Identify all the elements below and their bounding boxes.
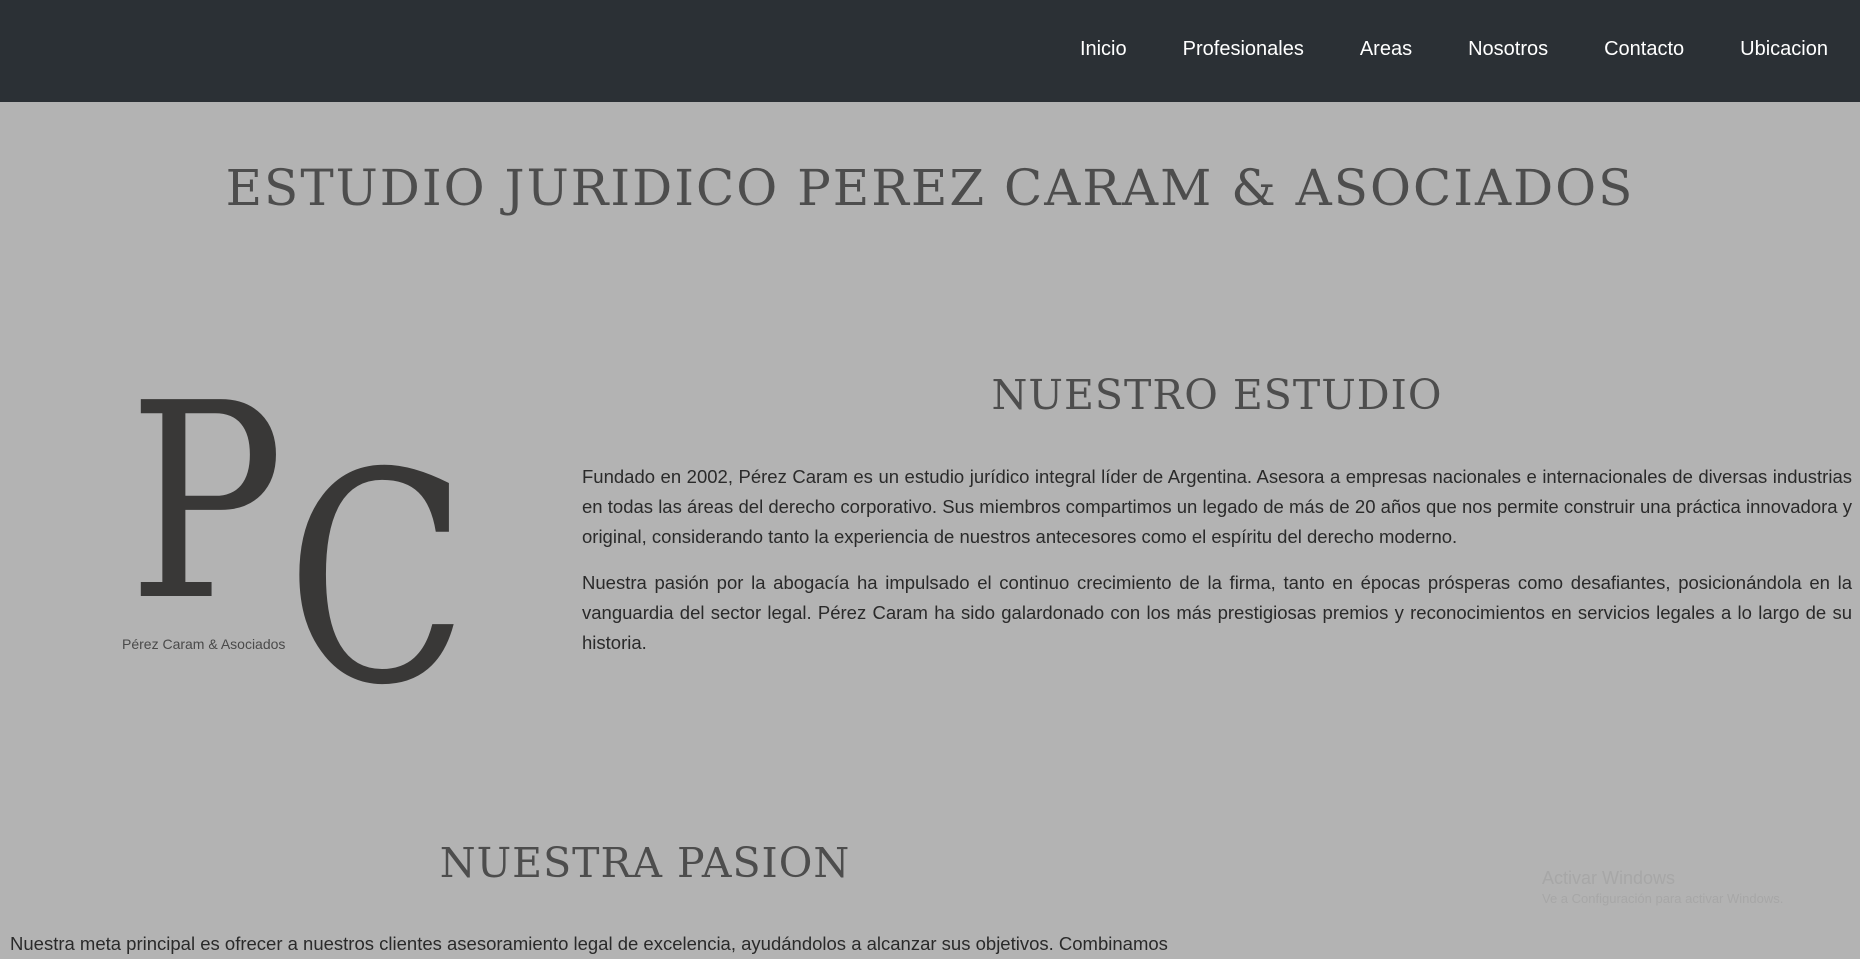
pasion-paragraph: Nuestra meta principal es ofrecer a nues… (10, 933, 1168, 954)
nav-link-contacto[interactable]: Contacto (1604, 38, 1684, 61)
nav-link-inicio[interactable]: Inicio (1080, 38, 1127, 61)
watermark-title: Activar Windows (1542, 868, 1676, 888)
section-heading-pasion: NUESTRA PASION (439, 839, 851, 887)
logo-caption: Pérez Caram & Asociados (122, 636, 286, 652)
estudio-paragraph: Nuestra pasión por la abogacía ha impuls… (582, 572, 1852, 653)
firm-logo: P C Pérez Caram & Asociados (118, 368, 468, 726)
site-title: ESTUDIO JURIDICO PEREZ CARAM & ASOCIADOS (225, 159, 1635, 217)
windows-activation-watermark: Activar Windows Ve a Configuración para … (1542, 866, 1783, 908)
nav-link-profesionales[interactable]: Profesionales (1183, 38, 1304, 61)
main-nav: Inicio Profesionales Areas Nosotros Cont… (1080, 0, 1828, 98)
estudio-paragraph: Fundado en 2002, Pérez Caram es un estud… (582, 466, 1852, 547)
nav-link-nosotros[interactable]: Nosotros (1468, 38, 1548, 61)
nav-link-ubicacion[interactable]: Ubicacion (1740, 38, 1828, 61)
nav-link-areas[interactable]: Areas (1360, 38, 1412, 61)
section-heading-estudio: NUESTRO ESTUDIO (991, 371, 1443, 419)
watermark-subtitle: Ve a Configuración para activar Windows. (1542, 891, 1784, 906)
logo-letter-p: P (128, 345, 285, 660)
estudio-body: Fundado en 2002, Pérez Caram es un estud… (582, 462, 1852, 674)
top-navbar: Inicio Profesionales Areas Nosotros Cont… (0, 0, 1860, 102)
logo-letter-c: C (286, 412, 468, 749)
